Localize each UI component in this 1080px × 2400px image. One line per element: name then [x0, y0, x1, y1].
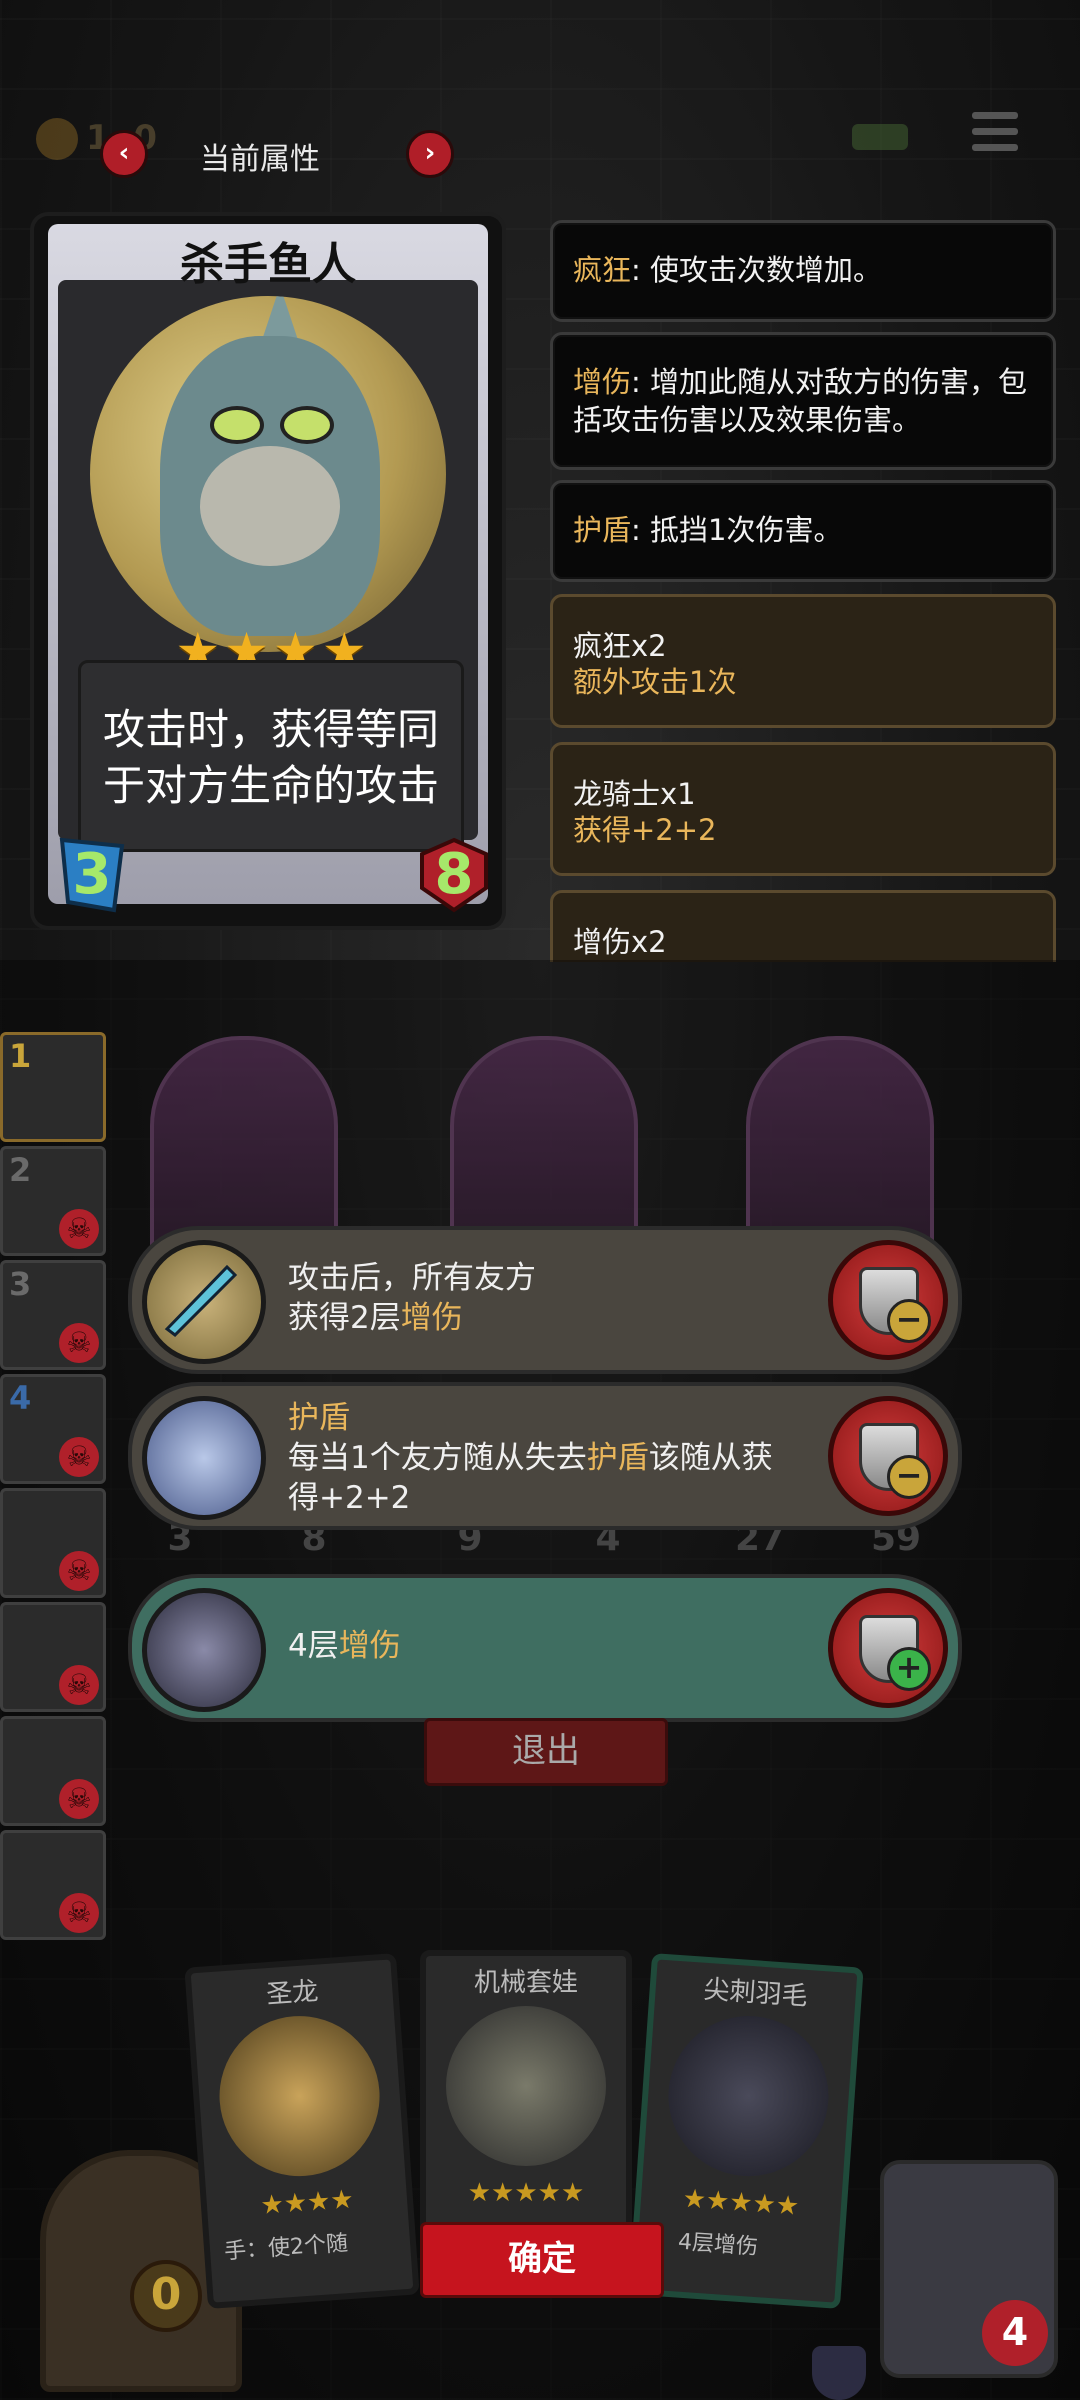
hand-card-desc: 手：使2个随: [223, 2231, 349, 2265]
shield-orb-icon: [142, 1396, 266, 1520]
team-slot-4[interactable]: 4 ☠: [0, 1374, 106, 1484]
feather-icon: [142, 1588, 266, 1712]
team-slot-3[interactable]: 3 ☠: [0, 1260, 106, 1370]
effect-title: 护盾: [288, 1400, 350, 1436]
hand-card-stars: ★★★★: [259, 2184, 355, 2222]
left-eye: [210, 406, 264, 444]
confirm-button[interactable]: 确定: [420, 2222, 664, 2298]
hand-card-holy-dragon[interactable]: 圣龙 ★★★★ 手：使2个随: [184, 1953, 420, 2309]
effect-text: 护盾 每当1个友方随从失去护盾该随从获 得+2+2: [288, 1398, 773, 1518]
team-slot-1[interactable]: 1: [0, 1032, 106, 1142]
exit-button[interactable]: 退出: [424, 1718, 668, 1786]
minus-icon: −: [887, 1455, 931, 1499]
minion-card: 杀手鱼人 ★★★★ 攻击时，获得等同于对方生命的攻击 3 8: [34, 216, 502, 926]
fishman-portrait: [90, 296, 446, 652]
team-slot-5[interactable]: ☠: [0, 1488, 106, 1598]
hand-card-name: 机械套娃: [473, 1968, 578, 1998]
attack-value: 3: [72, 842, 112, 907]
menu-icon[interactable]: [972, 112, 1018, 158]
prev-attribute-button[interactable]: ‹: [100, 130, 148, 178]
effect-row-damage-boost-on-attack: 攻击后，所有友方 获得2层增伤 −: [128, 1226, 962, 1374]
battery-icon: [852, 124, 908, 150]
hero-health: 4: [982, 2300, 1048, 2366]
remove-effect-button[interactable]: −: [828, 1396, 948, 1516]
hand-card-stars: ★★★★★: [467, 2178, 585, 2208]
keyword-panel-damage-boost: 增伤: 增加此随从对敌方的伤害，包括攻击伤害以及效果伤害。: [550, 332, 1056, 470]
hand-card-name: 尖刺羽毛: [702, 1974, 809, 2012]
mech-doll-art: [446, 2006, 606, 2166]
fishman-jaw: [200, 446, 340, 566]
effect-text: 攻击后，所有友方 获得2层增伤: [288, 1258, 536, 1338]
buff-item-dragon-knight: 龙骑士x1 获得+2+2: [550, 742, 1056, 876]
dragon-art: [214, 2010, 385, 2182]
attribute-title: 当前属性: [200, 142, 320, 177]
effect-line-2: 获得2层增伤: [288, 1300, 463, 1336]
keyword-text: 增伤: 增加此随从对敌方的伤害，包括攻击伤害以及效果伤害。: [573, 365, 1028, 437]
effect-row-spike-feather: 4层增伤 +: [128, 1574, 962, 1722]
attack-badge: 3: [58, 836, 126, 914]
buff-item-damage-boost: 增伤x2: [550, 890, 1056, 962]
door-counter: 0: [130, 2260, 202, 2332]
skull-icon: ☠: [59, 1779, 99, 1819]
dagger-icon: [142, 1240, 266, 1364]
buff-detail: 额外攻击1次: [573, 665, 737, 699]
card-name: 杀手鱼人: [180, 239, 356, 290]
hand-card-name: 圣龙: [265, 1976, 320, 2011]
hand-card-desc: 4层增伤: [677, 2229, 759, 2261]
keyword-panel-frenzy: 疯狂: 使攻击次数增加。: [550, 220, 1056, 322]
hand-card-stars: ★★★★★: [681, 2183, 801, 2222]
skull-icon: ☠: [59, 1551, 99, 1591]
effect-row-shield: 护盾 每当1个友方随从失去护盾该随从获 得+2+2 −: [128, 1382, 962, 1530]
slot-number: 2: [9, 1151, 32, 1189]
slot-number: 3: [9, 1265, 32, 1303]
skull-icon: ☠: [59, 1323, 99, 1363]
buff-list-scroll[interactable]: 疯狂x2 额外攻击1次 龙骑士x1 获得+2+2 增伤x2: [540, 584, 1060, 962]
dagger-shape: [164, 1264, 238, 1337]
slot-number: 1: [9, 1037, 32, 1075]
remove-effect-button[interactable]: −: [828, 1240, 948, 1360]
skull-icon: ☠: [59, 1437, 99, 1477]
add-effect-button[interactable]: +: [828, 1588, 948, 1708]
effect-line-3: 得+2+2: [288, 1480, 411, 1516]
team-slot-6[interactable]: ☠: [0, 1602, 106, 1712]
next-attribute-button[interactable]: ›: [406, 130, 454, 178]
team-slot-8[interactable]: ☠: [0, 1830, 106, 1940]
card-description: 攻击时，获得等同于对方生命的攻击: [102, 705, 439, 810]
plus-icon: +: [887, 1647, 931, 1691]
team-slot-7[interactable]: ☠: [0, 1716, 106, 1826]
armor-icon: [812, 2346, 866, 2400]
keyword-panel-shield: 护盾: 抵挡1次伤害。: [550, 480, 1056, 582]
feather-art: [663, 2010, 834, 2182]
skull-icon: ☠: [59, 1665, 99, 1705]
skull-icon: ☠: [59, 1893, 99, 1933]
effect-line-1: 攻击后，所有友方: [288, 1260, 536, 1296]
minus-icon: −: [887, 1299, 931, 1343]
effect-line-2: 每当1个友方随从失去护盾该随从获: [288, 1440, 773, 1476]
team-slot-2[interactable]: 2 ☠: [0, 1146, 106, 1256]
skull-icon: ☠: [59, 1209, 99, 1249]
keyword-text: 疯狂: 使攻击次数增加。: [573, 253, 883, 287]
buff-item-frenzy: 疯狂x2 额外攻击1次: [550, 594, 1056, 728]
buff-title: 增伤x2: [573, 925, 667, 959]
coin-icon: [36, 118, 78, 160]
buff-detail: 获得+2+2: [573, 813, 717, 847]
right-eye: [280, 406, 334, 444]
health-badge: 8: [416, 836, 492, 914]
keyword-text: 护盾: 抵挡1次伤害。: [573, 513, 843, 547]
health-value: 8: [434, 842, 474, 907]
slot-number: 4: [9, 1379, 32, 1417]
effect-text: 4层增伤: [288, 1628, 401, 1664]
